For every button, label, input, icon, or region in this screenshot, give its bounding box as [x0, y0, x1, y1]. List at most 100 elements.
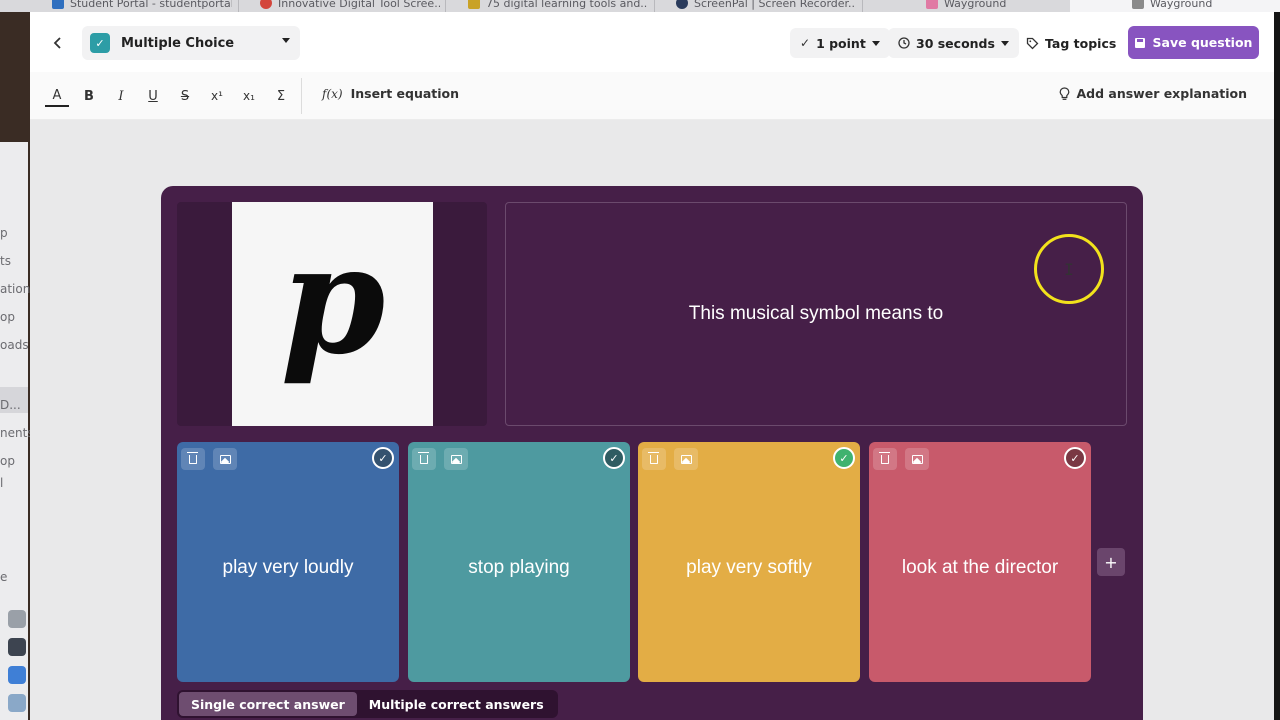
- add-option-image-button[interactable]: [905, 448, 929, 470]
- question-image[interactable]: p: [232, 202, 433, 426]
- browser-tab[interactable]: 75 digital learning tools and...: [468, 0, 648, 12]
- question-text-field[interactable]: This musical symbol means to: [505, 202, 1127, 426]
- background-sidebar: p ts ation op oads D... nents op l e: [0, 142, 30, 720]
- dock-app-icon[interactable]: [8, 610, 26, 628]
- tag-topics-button[interactable]: Tag topics: [1016, 28, 1126, 58]
- background-text: p: [0, 226, 8, 240]
- function-icon: f(x): [322, 86, 343, 101]
- mark-correct-toggle[interactable]: ✓: [372, 447, 394, 469]
- strikethrough-button[interactable]: S: [173, 85, 197, 107]
- tab-divider: [445, 0, 446, 12]
- question-type-dropdown[interactable]: ✓ Multiple Choice: [82, 26, 300, 60]
- check-icon: ✓: [839, 451, 849, 465]
- trash-icon: [879, 451, 890, 464]
- delete-option-button[interactable]: [873, 448, 897, 470]
- browser-tab[interactable]: Innovative Digital Tool Scree...: [260, 0, 440, 12]
- italic-button[interactable]: I: [109, 85, 133, 107]
- dock-app-icon[interactable]: [8, 694, 26, 712]
- browser-tab[interactable]: Wayground: [926, 0, 1056, 12]
- add-answer-explanation-label: Add answer explanation: [1076, 86, 1247, 101]
- insert-equation-button[interactable]: f(x) Insert equation: [322, 86, 459, 101]
- answer-option-3[interactable]: ✓ play very softly: [638, 442, 860, 682]
- delete-option-button[interactable]: [181, 448, 205, 470]
- browser-tab[interactable]: ScreenPal | Screen Recorder...: [676, 0, 856, 12]
- answer-option-text[interactable]: stop playing: [408, 557, 630, 579]
- background-window: p ts ation op oads D... nents op l e: [0, 12, 30, 720]
- tab-divider: [862, 0, 863, 12]
- text-color-button[interactable]: A: [45, 85, 69, 107]
- background-text: oads: [0, 338, 29, 352]
- answer-option-text[interactable]: play very loudly: [177, 557, 399, 579]
- background-text: ts: [0, 254, 11, 268]
- question-media-area[interactable]: p: [177, 202, 487, 426]
- underline-button[interactable]: U: [141, 85, 165, 107]
- answer-option-1[interactable]: ✓ play very loudly: [177, 442, 399, 682]
- save-question-button[interactable]: Save question: [1128, 26, 1259, 59]
- tab-favicon-icon: [676, 0, 688, 9]
- mark-correct-toggle[interactable]: ✓: [603, 447, 625, 469]
- background-text: op: [0, 454, 15, 468]
- browser-tab[interactable]: Student Portal - studentportal: [52, 0, 232, 12]
- mark-correct-toggle[interactable]: ✓: [1064, 447, 1086, 469]
- points-dropdown[interactable]: ✓ 1 point: [790, 28, 890, 58]
- time-limit-dropdown[interactable]: 30 seconds: [888, 28, 1019, 58]
- symbols-button[interactable]: Σ: [269, 85, 293, 107]
- check-icon: ✓: [1070, 451, 1080, 465]
- bold-button[interactable]: B: [77, 85, 101, 107]
- back-button[interactable]: [44, 29, 72, 57]
- add-option-image-button[interactable]: [674, 448, 698, 470]
- tab-divider: [654, 0, 655, 12]
- delete-option-button[interactable]: [642, 448, 666, 470]
- lightbulb-icon: [1060, 86, 1070, 100]
- add-option-image-button[interactable]: [444, 448, 468, 470]
- image-icon: [450, 454, 462, 464]
- delete-option-button[interactable]: [412, 448, 436, 470]
- background-text: l: [0, 476, 4, 490]
- answer-mode-toggle: Single correct answer Multiple correct a…: [177, 690, 558, 718]
- image-icon: [219, 454, 231, 464]
- clock-icon: [898, 37, 910, 49]
- tag-icon: [1026, 37, 1039, 49]
- text-cursor-icon: I: [1064, 259, 1074, 279]
- chevron-left-icon: [53, 37, 61, 49]
- add-option-button[interactable]: +: [1097, 548, 1125, 576]
- insert-equation-label: Insert equation: [350, 86, 460, 101]
- chevron-down-icon: [282, 38, 290, 43]
- answer-option-text[interactable]: look at the director: [869, 557, 1091, 579]
- trash-icon: [418, 451, 429, 464]
- background-text: op: [0, 310, 15, 324]
- points-label: 1 point: [816, 35, 866, 51]
- toolbar-divider: [301, 78, 302, 114]
- trash-icon: [187, 451, 198, 464]
- add-answer-explanation-button[interactable]: Add answer explanation: [1059, 86, 1247, 101]
- dock-app-icon[interactable]: [8, 666, 26, 684]
- browser-tab-strip: Student Portal - studentportal Innovativ…: [0, 0, 1280, 12]
- superscript-button[interactable]: x¹: [205, 85, 229, 107]
- background-text: D...: [0, 398, 21, 412]
- tab-favicon-icon: [52, 0, 64, 9]
- plus-icon: +: [1104, 552, 1118, 572]
- question-card: p This musical symbol means to ✓ play ve…: [161, 186, 1143, 720]
- single-correct-answer-button[interactable]: Single correct answer: [179, 692, 357, 716]
- check-icon: ✓: [609, 451, 619, 465]
- dynamic-glyph: p: [280, 234, 385, 388]
- check-icon: ✓: [378, 451, 388, 465]
- mark-correct-toggle[interactable]: ✓: [833, 447, 855, 469]
- answer-option-2[interactable]: ✓ stop playing: [408, 442, 630, 682]
- question-type-label: Multiple Choice: [121, 35, 235, 51]
- answer-option-4[interactable]: ✓ look at the director: [869, 442, 1091, 682]
- checkbox-icon: ✓: [90, 33, 110, 53]
- multiple-correct-answers-button[interactable]: Multiple correct answers: [357, 692, 556, 716]
- time-limit-label: 30 seconds: [916, 35, 995, 51]
- save-icon: [1134, 37, 1145, 48]
- trash-icon: [648, 451, 659, 464]
- add-option-image-button[interactable]: [213, 448, 237, 470]
- question-editor: ✓ Multiple Choice ✓ 1 point 30 seconds T…: [30, 12, 1274, 720]
- browser-tab-active[interactable]: Wayground: [1070, 0, 1280, 12]
- cursor-highlight: I: [1034, 234, 1104, 304]
- formatting-toolbar: A B I U S x¹ x₁ Σ f(x) Insert equation A…: [30, 72, 1274, 120]
- subscript-button[interactable]: x₁: [237, 85, 261, 107]
- dock-app-icon[interactable]: [8, 638, 26, 656]
- tab-favicon-icon: [926, 0, 938, 9]
- answer-option-text[interactable]: play very softly: [638, 557, 860, 579]
